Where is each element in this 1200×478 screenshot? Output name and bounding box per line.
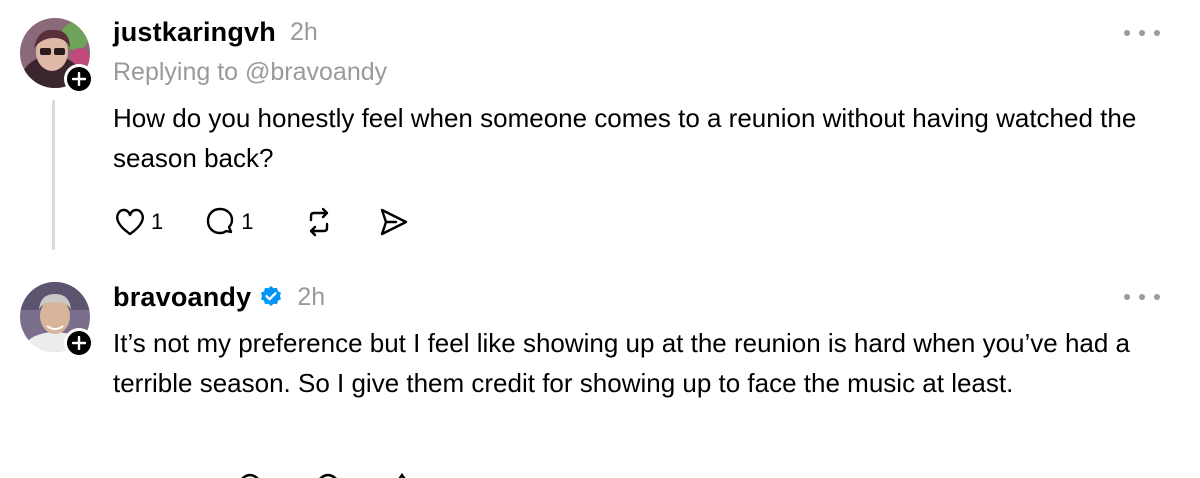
post-text: It’s not my preference but I feel like s… (113, 328, 1131, 398)
dot-icon (1124, 294, 1130, 300)
timestamp[interactable]: 2h (290, 18, 318, 47)
like-count: 1 (151, 209, 164, 234)
timestamp[interactable]: 2h (297, 283, 325, 312)
repost-button[interactable] (302, 206, 336, 238)
verified-badge-icon (261, 286, 282, 306)
repost-icon (309, 207, 328, 237)
username[interactable]: justkaringvh (113, 17, 276, 48)
reply-button[interactable]: 1 (203, 206, 254, 238)
post-justkaringvh: justkaringvh 2h Replying to @bravoandy H… (0, 0, 1200, 262)
avatar[interactable] (20, 18, 94, 94)
dot-icon (1154, 30, 1160, 36)
more-options-button[interactable] (1124, 26, 1160, 40)
reply-count: 1 (241, 209, 254, 234)
follow-button[interactable] (64, 328, 94, 358)
post-text: How do you honestly feel when someone co… (113, 103, 1137, 173)
like-button[interactable]: 1 (113, 206, 163, 238)
heart-icon (116, 208, 144, 236)
action-bar: 1 1 (113, 206, 450, 238)
dot-icon (1139, 294, 1145, 300)
dot-icon (1139, 30, 1145, 36)
username[interactable]: bravoandy (113, 282, 251, 313)
action-bar-partial (230, 468, 430, 478)
follow-button[interactable] (64, 64, 94, 94)
send-icon (380, 208, 407, 236)
avatar[interactable] (20, 282, 94, 358)
dot-icon (1154, 294, 1160, 300)
plus-icon (72, 72, 86, 86)
plus-icon (72, 336, 86, 350)
post-header: bravoandy 2h (113, 280, 325, 314)
dot-icon (1124, 30, 1130, 36)
share-button[interactable] (376, 206, 410, 238)
more-options-button[interactable] (1124, 290, 1160, 304)
thread-line (52, 100, 55, 250)
post-bravoandy: bravoandy 2h It’s not my preference but … (0, 262, 1200, 478)
comment-icon (207, 207, 234, 235)
replying-to[interactable]: Replying to @bravoandy (113, 58, 387, 87)
post-header: justkaringvh 2h (113, 15, 318, 49)
